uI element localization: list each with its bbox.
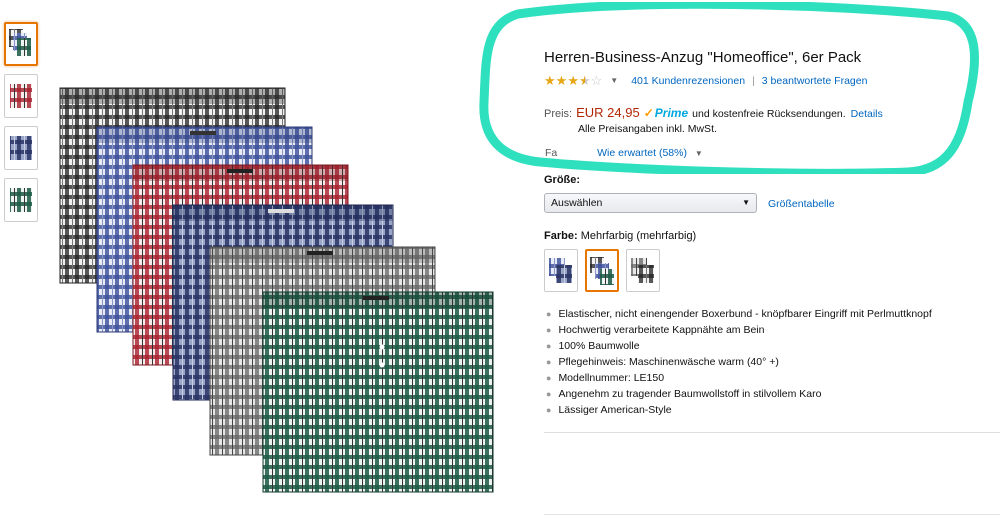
bullet-icon: ●: [546, 341, 552, 351]
boxer-green: [262, 291, 494, 493]
separator: |: [752, 74, 755, 87]
bullet-text: Modellnummer: LE150: [558, 372, 665, 384]
bullet-text: Pflegehinweis: Maschinenwäsche warm (40°…: [558, 356, 779, 368]
divider: [544, 514, 1000, 515]
star-full-icon: ★: [544, 73, 556, 88]
bullet-text: Hochwertig verarbeitete Kappnähte am Bei…: [558, 324, 765, 336]
chevron-down-icon[interactable]: ▼: [610, 76, 618, 85]
bullet-icon: ●: [546, 389, 552, 399]
size-dropdown[interactable]: Auswählen ▼: [544, 193, 757, 213]
reviews-link[interactable]: 401 Kundenrezensionen: [631, 75, 745, 87]
list-item: ● Elastischer, nicht einengender Boxerbun…: [546, 306, 932, 322]
prime-label: Prime: [654, 106, 689, 120]
price-value: EUR 24,95: [576, 105, 640, 120]
bullet-text: Angenehm zu tragender Baumwollstoff in s…: [558, 388, 822, 400]
list-item: ● Hochwertig verarbeitete Kappnähte am Be…: [546, 322, 932, 338]
color-swatch-multicolor[interactable]: [585, 249, 619, 292]
thumbnail-strip: [4, 22, 40, 230]
fit-row-partial: Fa Wie erwartet (58%) ▼: [545, 147, 703, 158]
bullet-icon: ●: [546, 373, 552, 383]
thumbnail-red-check[interactable]: [4, 74, 38, 118]
list-item: ● Modellnummer: LE150: [546, 370, 932, 386]
size-selected-value: Auswählen: [551, 197, 603, 209]
bullet-icon: ●: [546, 357, 552, 367]
prime-check-icon: ✓: [643, 106, 654, 120]
bullet-icon: ●: [546, 309, 552, 319]
bullet-icon: ●: [546, 405, 552, 415]
feature-bullets: ● Elastischer, nicht einengender Boxerbun…: [546, 306, 932, 418]
list-item: ● Pflegehinweis: Maschinenwäsche warm (40…: [546, 354, 932, 370]
star-full-icon: ★: [567, 73, 579, 88]
color-swatch-grey[interactable]: [626, 249, 660, 292]
star-half-icon: ★: [578, 73, 591, 88]
rating-row: ★ ★ ★ ★ ☆ ▼ 401 Kundenrezensionen | 3 be…: [544, 74, 867, 87]
product-main-image: [59, 87, 494, 493]
divider: [544, 432, 1000, 433]
chevron-down-icon[interactable]: ▼: [695, 149, 703, 158]
thumbnail-pack-all[interactable]: [4, 22, 38, 66]
details-link[interactable]: Details: [851, 108, 883, 120]
star-empty-icon: ☆: [590, 73, 603, 88]
color-label: Farbe:: [544, 230, 578, 242]
size-chart-link[interactable]: Größentabelle: [768, 198, 835, 210]
price-label: Preis:: [544, 108, 573, 120]
questions-link[interactable]: 3 beantwortete Fragen: [762, 75, 868, 87]
returns-text: und kostenfreie Rücksendungen.: [692, 108, 846, 120]
star-rating[interactable]: ★ ★ ★ ★ ☆: [544, 74, 602, 87]
star-full-icon: ★: [555, 73, 568, 88]
product-title: Herren-Business-Anzug "Homeoffice", 6er …: [544, 49, 862, 66]
color-value: Mehrfarbig (mehrfarbig): [580, 230, 697, 242]
fit-label: Fa: [545, 147, 558, 158]
list-item: ● Angenehm zu tragender Baumwollstoff in …: [546, 386, 932, 402]
prime-badge[interactable]: ✓Prime: [644, 106, 688, 120]
dropdown-arrow-icon: ▼: [742, 198, 750, 207]
thumbnail-navy-check[interactable]: [4, 126, 38, 170]
color-row: Farbe: Mehrfarbig (mehrfarbig): [544, 230, 696, 242]
bullet-text: Elastischer, nicht einengender Boxerbund…: [558, 308, 932, 320]
fit-link[interactable]: Wie erwartet (58%): [597, 147, 687, 158]
price-row: Preis: EUR 24,95 ✓Prime und kostenfreie …: [544, 105, 883, 120]
bullet-text: 100% Baumwolle: [558, 340, 640, 352]
size-label: Größe:: [544, 174, 581, 186]
color-swatches: [544, 249, 660, 292]
list-item: ● 100% Baumwolle: [546, 338, 932, 354]
color-swatch-blue[interactable]: [544, 249, 578, 292]
list-item: ● Lässiger American-Style: [546, 402, 932, 418]
bullet-icon: ●: [546, 325, 552, 335]
vat-note: Alle Preisangaben inkl. MwSt.: [578, 123, 717, 135]
bullet-text: Lässiger American-Style: [558, 404, 672, 416]
thumbnail-green-check[interactable]: [4, 178, 38, 222]
